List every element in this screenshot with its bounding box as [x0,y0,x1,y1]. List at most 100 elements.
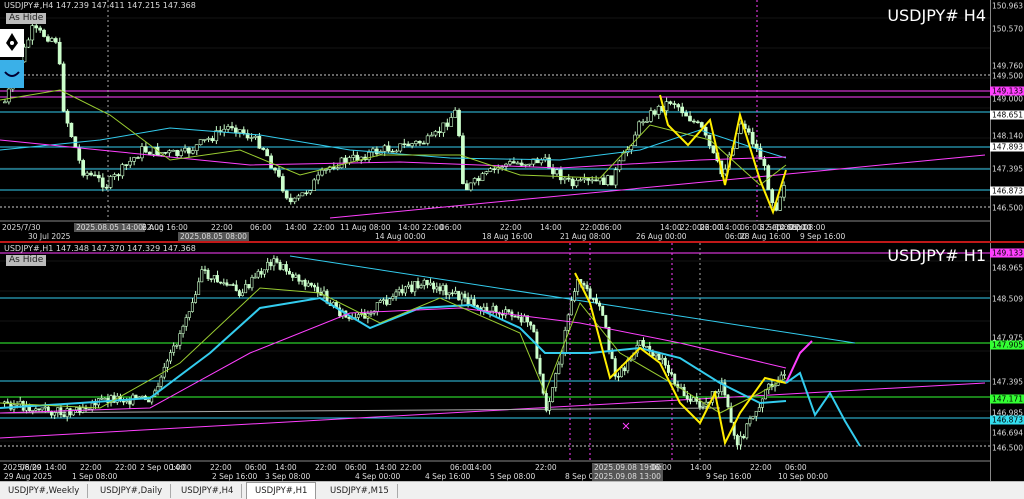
h1-price-axis[interactable]: 149.133148.965148.509147.975147.905147.3… [989,243,1024,481]
candle-body [194,294,197,303]
h1-chart-canvas[interactable] [0,243,1024,481]
h1-as-hide-button[interactable]: As Hide [6,255,47,266]
trend-line [329,154,986,219]
candle-body [57,41,62,65]
candle-body [375,302,379,312]
price-tag-label: 148.651 [989,110,1024,120]
price-label: 150.570 [991,24,1023,34]
candle-body [638,340,642,346]
price-tag-label: 149.133 [989,248,1024,258]
h1-ohlc-header: USDJPY#,H1 147.348 147.370 147.329 147.3… [4,244,196,253]
candle-body [165,360,169,368]
candle-body [623,367,627,372]
candle-body [447,292,451,296]
candle-body [417,140,422,144]
candle-body [136,157,140,159]
candle-body [386,145,391,152]
tab-weekly[interactable]: USDJPY#,Weekly [0,484,89,498]
candle-body [231,284,235,286]
candle-body [688,115,692,122]
candle-body [604,315,608,328]
candle-body [140,395,144,398]
time-label: 14:00 [720,223,742,232]
candle-body [605,175,610,185]
candle-body [46,406,50,412]
candle-body [128,400,132,405]
time-label: 11 Aug 08:00 [340,223,391,232]
candle-body [566,177,571,180]
candle-body [206,138,211,140]
candle-body [508,161,512,165]
candle-body [532,324,536,333]
candle-body [469,298,473,305]
candle-body [414,140,418,144]
candle-body [692,120,696,123]
candle-body [394,150,399,153]
pen-tool-icon[interactable] [0,29,24,57]
h4-price-axis[interactable]: 150.963 150.570 149.760149.500 149.133149.0… [989,0,1024,241]
price-label: 148.965 [991,263,1023,273]
candle-body [778,196,782,211]
candle-body [641,340,645,347]
time-label: 06:00 [345,463,367,472]
candle-body [378,300,382,303]
candle-body [300,279,304,282]
candle-body [419,285,423,289]
candle-body [206,269,210,279]
tab-daily[interactable]: USDJPY#,Daily [92,484,172,498]
price-label: 150.963 [991,1,1023,11]
candle-body [69,122,74,138]
h4-chart-pane[interactable]: USDJPY#,H4 147.239 147.411 147.215 147.3… [0,0,1024,241]
h4-chart-canvas[interactable] [0,0,1024,241]
candle-body [616,375,620,378]
candle-body [670,372,674,375]
candle-body [729,406,733,423]
candle-body [324,169,328,171]
candle-body [513,315,517,318]
candle-body [237,290,241,297]
candle-body [234,284,238,291]
candle-body [590,179,594,182]
candle-body [219,281,223,284]
h1-chart-pane[interactable]: USDJPY#,H1 147.348 147.370 147.329 147.3… [0,243,1024,481]
candle-body [171,149,176,152]
candle-body [779,374,783,381]
time-label: 2025/7/30 [2,223,41,232]
candle-body [573,291,576,301]
candle-body [143,146,148,153]
candle-body [557,363,561,374]
candle-body [280,176,285,192]
candle-body [586,178,591,181]
candle-body [253,135,258,138]
h4-as-hide-button[interactable]: As Hide [6,13,47,24]
candle-body [316,286,320,293]
candle-body [2,101,7,104]
candle-body [770,189,775,203]
time-label: 06:00 [245,463,267,472]
time-label: 14:00 [540,223,562,232]
candle-body [394,291,398,297]
price-label: 149.000 [991,94,1023,104]
smile-tool-icon[interactable] [0,60,24,88]
time-label: 06:00 [650,463,672,472]
candle-body [527,163,532,166]
candle-body [494,305,498,313]
candle-body [463,293,467,298]
candle-body [132,157,136,162]
candle-body [476,178,481,181]
h4-symbol-title: USDJPY# H4 [887,6,986,25]
candle-body [433,131,438,136]
candle-body [544,392,548,411]
tab-h1[interactable]: USDJPY#,H1 [246,482,317,499]
candle-body [100,177,105,188]
tab-m15[interactable]: USDJPY#,M15 [322,484,398,498]
tab-h4[interactable]: USDJPY#,H4 [173,484,243,498]
candle-body [742,435,746,439]
candle-body [308,190,313,194]
candle-body [163,152,168,154]
candle-body [85,172,89,176]
candle-body [400,289,404,294]
time-label: 6 Aug 16:00 [142,223,188,232]
price-label: 149.760 [991,61,1023,71]
time-label: 3 Sep 08:00 [265,472,311,481]
